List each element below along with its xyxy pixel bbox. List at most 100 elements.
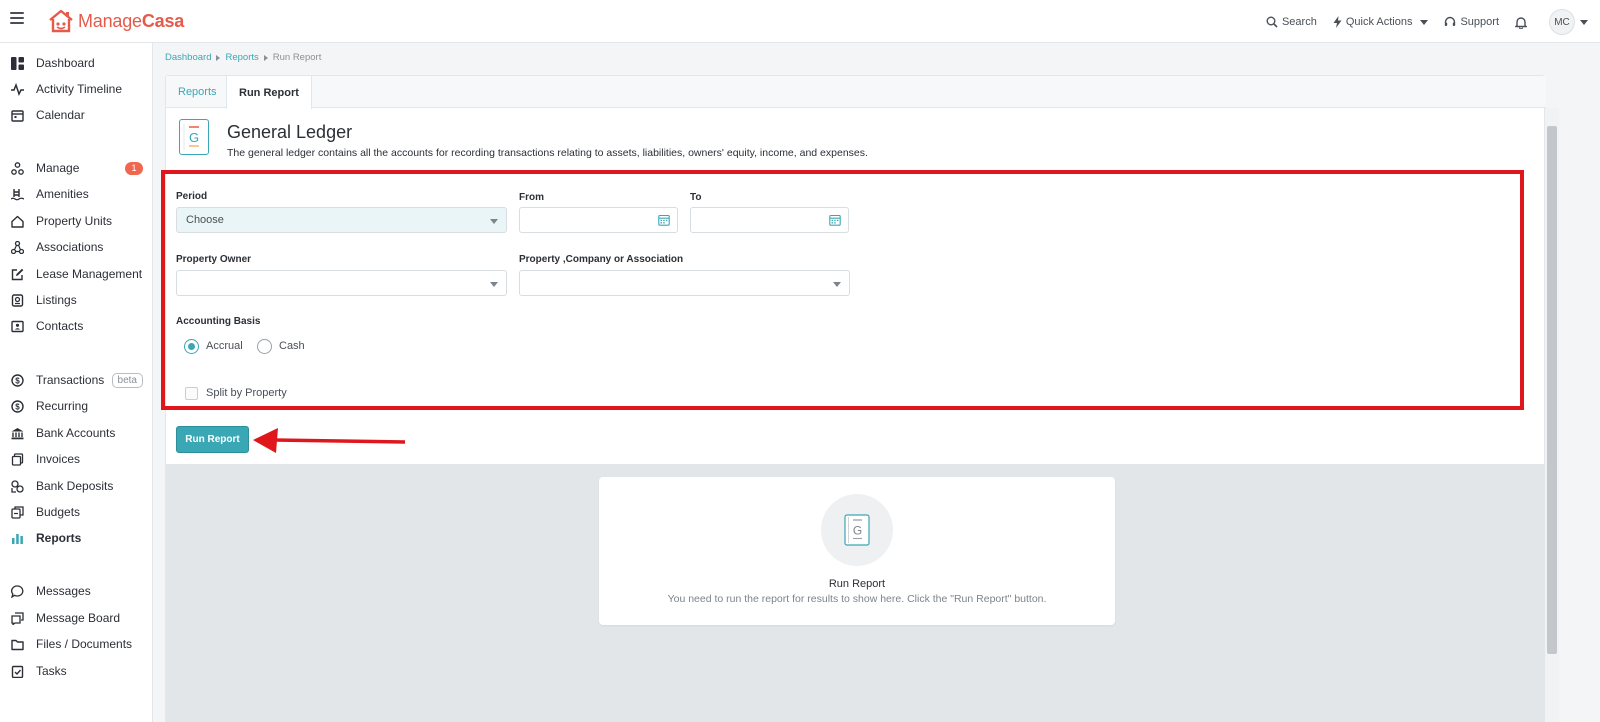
- sidebar-item-activity-timeline[interactable]: Activity Timeline: [0, 76, 153, 102]
- sidebar-item-manage[interactable]: Manage 1: [0, 155, 153, 181]
- ledger-book-icon: G: [844, 514, 870, 546]
- quick-actions-button[interactable]: Quick Actions: [1333, 16, 1429, 28]
- tab-bar: Reports Run Report: [166, 76, 1546, 109]
- sidebar-item-bank-deposits[interactable]: Bank Deposits: [0, 473, 153, 499]
- sidebar-item-files-documents[interactable]: Files / Documents: [0, 631, 153, 657]
- sidebar-item-recurring[interactable]: $ Recurring: [0, 393, 153, 419]
- logo-text: ManageCasa: [78, 10, 185, 31]
- accounting-basis-label: Accounting Basis: [176, 316, 261, 327]
- from-date-input[interactable]: [519, 207, 678, 233]
- sidebar-item-label: Budgets: [36, 505, 81, 519]
- notification-count-badge: 1: [125, 161, 143, 175]
- empty-state-icon-circle: G: [821, 494, 893, 566]
- period-label: Period: [176, 191, 208, 202]
- beta-badge: beta: [111, 372, 143, 388]
- chevron-right-icon: [216, 54, 221, 61]
- tab-run-report[interactable]: Run Report: [226, 76, 312, 109]
- chevron-down-icon: [490, 219, 498, 224]
- support-label: Support: [1460, 16, 1499, 28]
- sidebar-item-label: Bank Accounts: [36, 426, 116, 440]
- cash-label: Cash: [279, 340, 305, 352]
- board-icon: [11, 611, 24, 625]
- sidebar: Dashboard Activity Timeline Calendar Man…: [0, 43, 153, 722]
- sidebar-item-contacts[interactable]: Contacts: [0, 313, 153, 339]
- calendar-icon[interactable]: [658, 214, 670, 226]
- breadcrumb-current: Run Report: [272, 52, 322, 63]
- sidebar-item-label: Dashboard: [36, 56, 95, 70]
- logo[interactable]: ManageCasa: [48, 7, 184, 35]
- invoice-icon: [11, 452, 24, 466]
- to-date-input[interactable]: [690, 207, 849, 233]
- tab-reports[interactable]: Reports: [166, 76, 229, 108]
- pool-icon: [11, 188, 24, 201]
- hamburger-menu-icon[interactable]: [10, 12, 24, 26]
- sidebar-item-label: Contacts: [36, 319, 84, 333]
- sidebar-item-amenities[interactable]: Amenities: [0, 181, 153, 207]
- sidebar-item-label: Activity Timeline: [36, 82, 123, 96]
- chat-icon: [11, 584, 24, 598]
- property-company-select[interactable]: [519, 270, 850, 296]
- accrual-radio[interactable]: [184, 339, 199, 354]
- sidebar-item-tasks[interactable]: Tasks: [0, 658, 153, 684]
- bank-icon: [11, 427, 24, 440]
- notifications-button[interactable]: [1515, 16, 1527, 29]
- contact-card-icon: [11, 320, 24, 333]
- sidebar-item-transactions[interactable]: $ Transactions beta: [0, 367, 153, 393]
- sidebar-item-label: Bank Deposits: [36, 479, 114, 493]
- sidebar-item-dashboard[interactable]: Dashboard: [0, 50, 153, 76]
- breadcrumb: Dashboard Reports Run Report: [165, 52, 321, 63]
- empty-state-title: Run Report: [828, 578, 886, 590]
- sidebar-item-property-units[interactable]: Property Units: [0, 208, 153, 234]
- bar-chart-icon: [11, 532, 24, 545]
- chevron-down-icon: [1420, 19, 1429, 25]
- sidebar-item-messages[interactable]: Messages: [0, 578, 153, 604]
- sidebar-item-invoices[interactable]: Invoices: [0, 446, 153, 472]
- calendar-icon[interactable]: [829, 214, 841, 226]
- property-company-label: Property ,Company or Association: [519, 254, 684, 265]
- sidebar-item-label: Lease Management: [36, 267, 143, 281]
- run-report-button[interactable]: Run Report: [176, 426, 249, 453]
- deposit-icon: [11, 479, 24, 493]
- period-select[interactable]: Choose: [176, 207, 507, 233]
- sidebar-item-reports[interactable]: Reports: [0, 525, 153, 551]
- sidebar-item-bank-accounts[interactable]: Bank Accounts: [0, 420, 153, 446]
- calendar-icon: [11, 109, 24, 122]
- user-menu[interactable]: MC: [1549, 9, 1588, 35]
- sidebar-item-lease-management[interactable]: Lease Management: [0, 261, 153, 287]
- vertical-scrollbar[interactable]: [1545, 108, 1559, 722]
- report-description: The general ledger contains all the acco…: [227, 147, 868, 159]
- manage-icon: [11, 161, 24, 175]
- empty-state-card: G Run Report You need to run the report …: [599, 477, 1115, 625]
- listing-icon: [11, 293, 24, 307]
- avatar: MC: [1549, 9, 1575, 35]
- empty-state-description: You need to run the report for results t…: [667, 593, 1047, 605]
- dollar-circle-icon: $: [11, 399, 24, 413]
- period-select-value: Choose: [186, 214, 224, 226]
- sidebar-item-label: Transactions: [36, 373, 105, 387]
- svg-text:G: G: [189, 130, 199, 145]
- pulse-icon: [11, 82, 24, 96]
- bell-icon: [1515, 16, 1527, 29]
- breadcrumb-reports[interactable]: Reports: [225, 52, 258, 63]
- svg-text:$: $: [15, 376, 20, 385]
- property-owner-label: Property Owner: [176, 254, 252, 265]
- search-button[interactable]: Search: [1266, 16, 1317, 28]
- scrollbar-thumb[interactable]: [1547, 126, 1557, 654]
- sidebar-item-budgets[interactable]: Budgets: [0, 499, 153, 525]
- svg-text:$: $: [15, 402, 20, 411]
- svg-text:G: G: [853, 524, 862, 538]
- sidebar-item-listings[interactable]: Listings: [0, 287, 153, 313]
- sidebar-item-message-board[interactable]: Message Board: [0, 605, 153, 631]
- split-by-property-checkbox[interactable]: [185, 387, 198, 400]
- breadcrumb-dashboard[interactable]: Dashboard: [165, 52, 211, 63]
- house-logo-icon: [49, 9, 73, 33]
- sidebar-item-label: Property Units: [36, 214, 113, 228]
- chevron-down-icon: [833, 282, 841, 287]
- sidebar-item-calendar[interactable]: Calendar: [0, 102, 153, 128]
- sidebar-item-associations[interactable]: Associations: [0, 234, 153, 260]
- property-owner-select[interactable]: [176, 270, 507, 296]
- support-button[interactable]: Support: [1444, 16, 1499, 28]
- from-label: From: [519, 192, 544, 203]
- sidebar-item-label: Tasks: [36, 664, 67, 678]
- cash-radio[interactable]: [257, 339, 272, 354]
